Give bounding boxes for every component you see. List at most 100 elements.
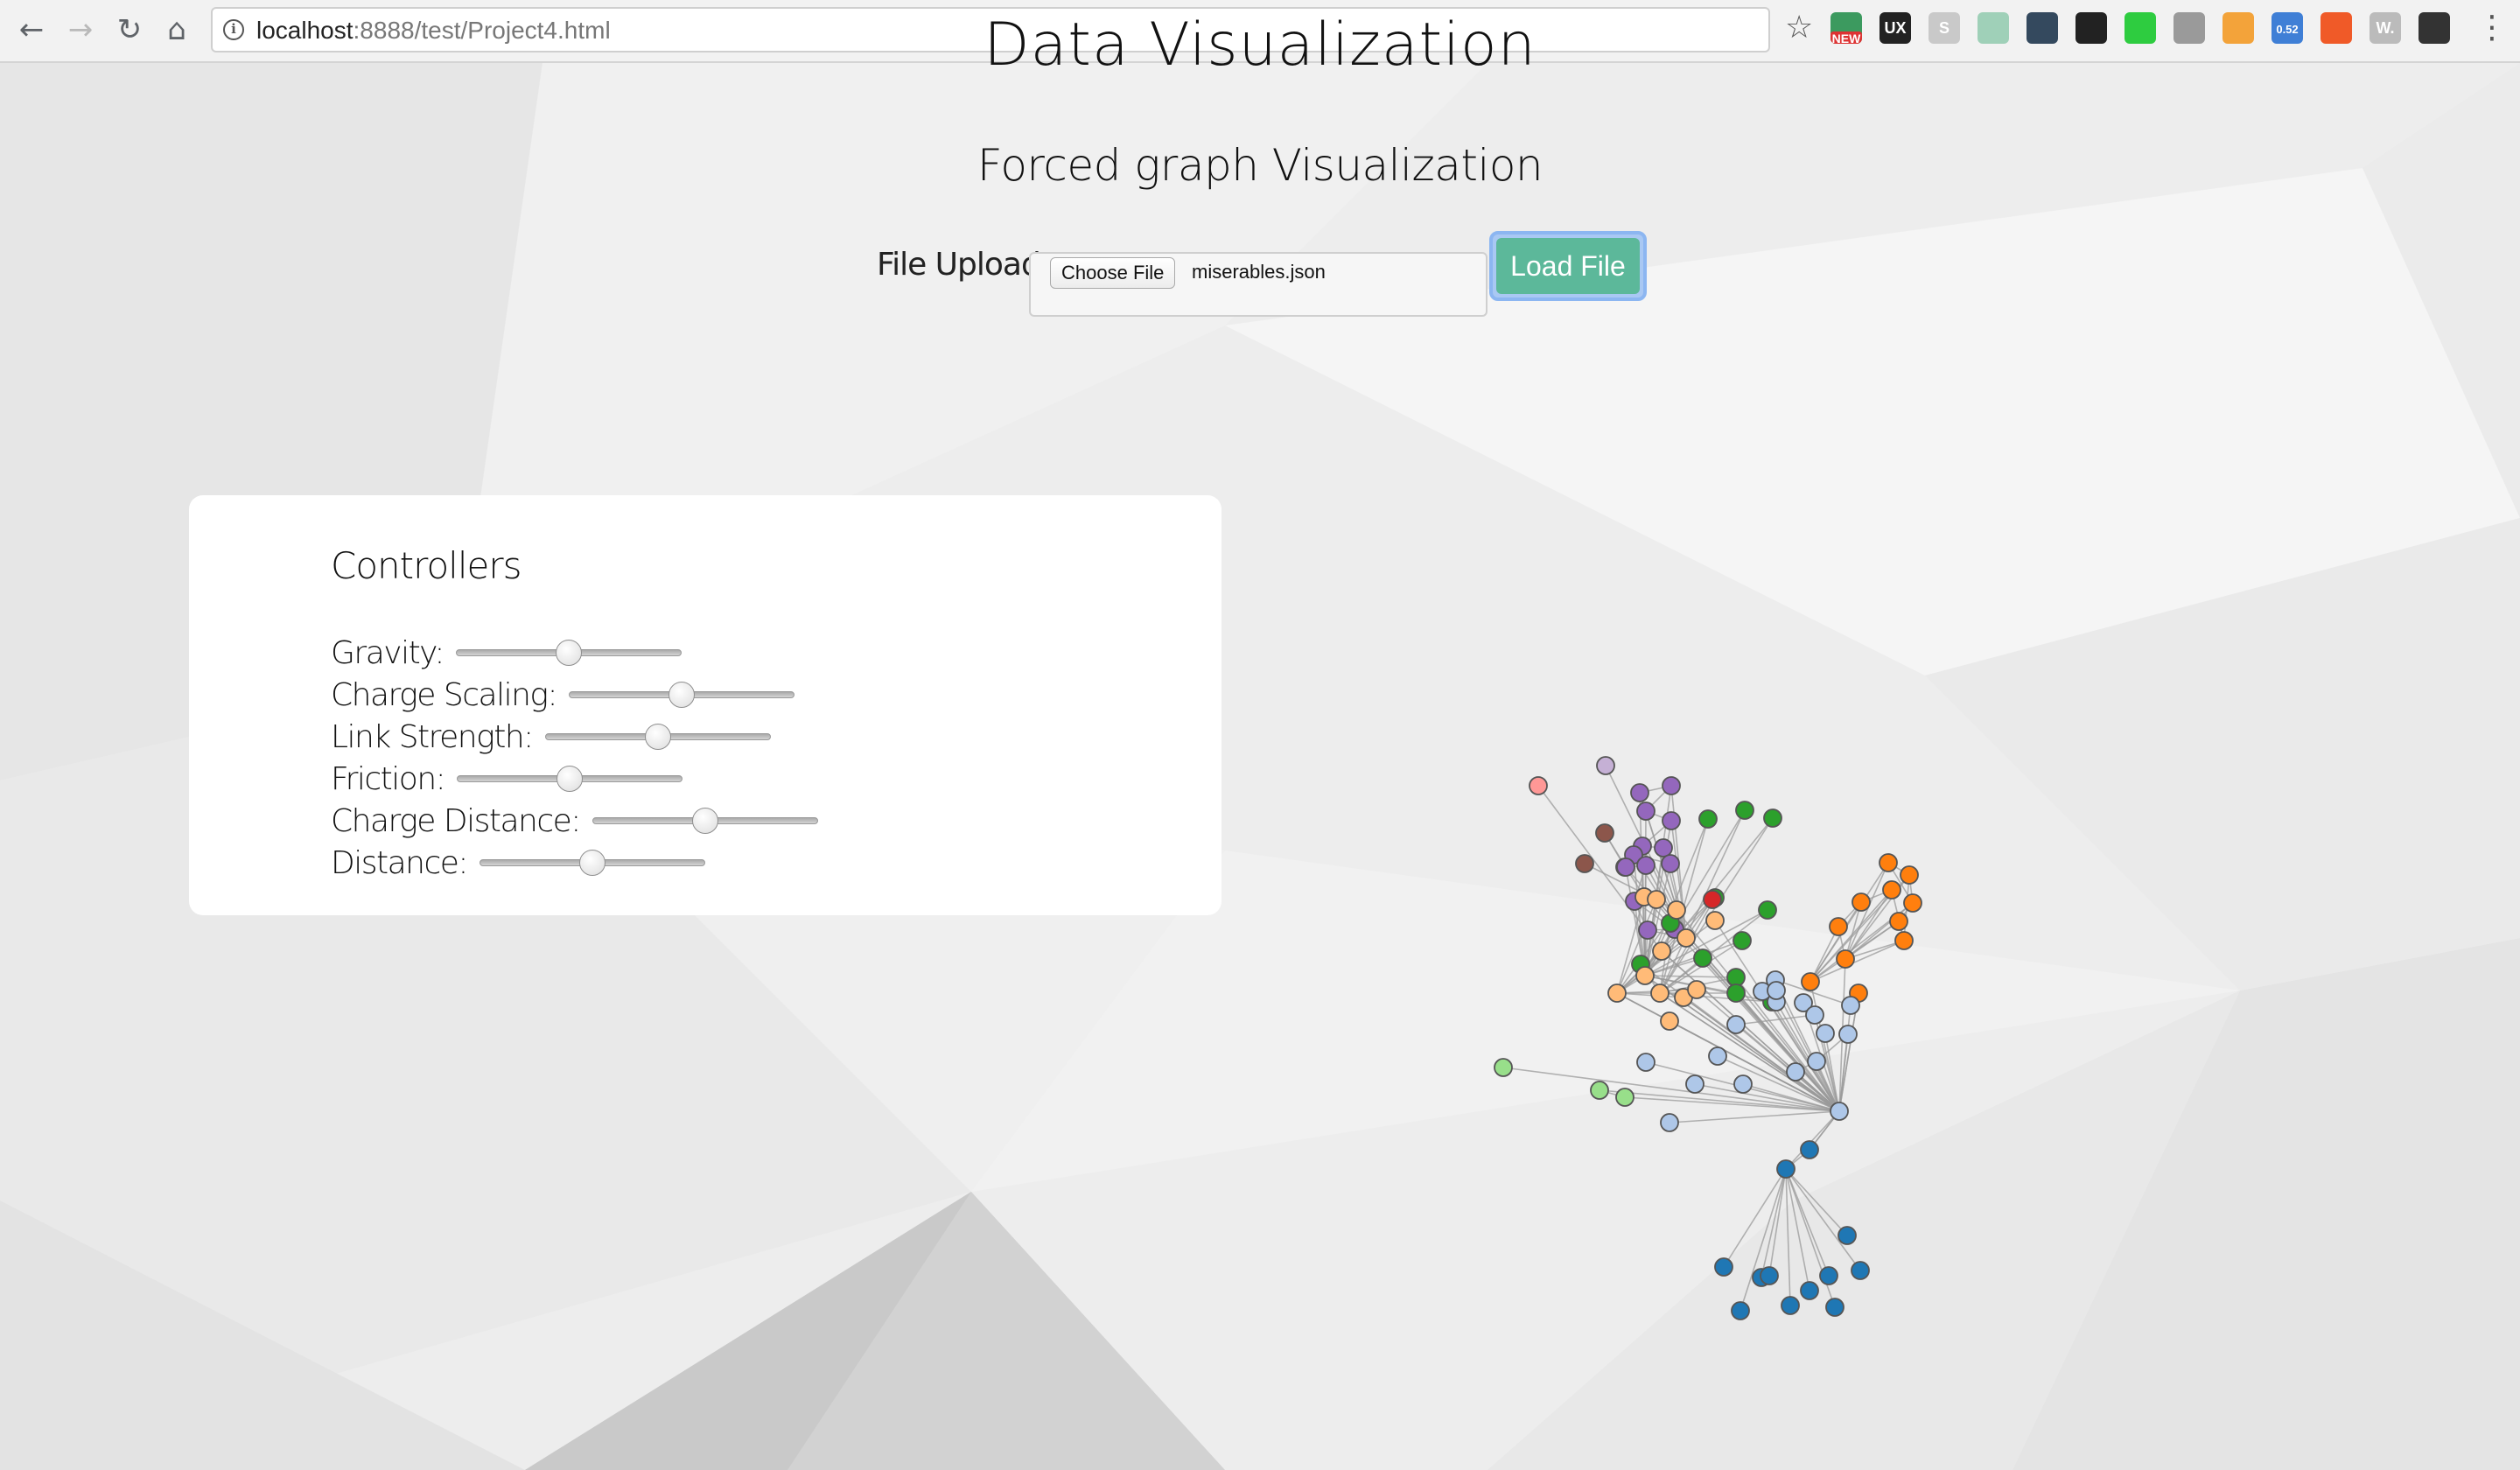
graph-link <box>1810 920 1900 983</box>
distance-slider[interactable] <box>480 850 706 876</box>
choose-file-button[interactable]: Choose File <box>1050 257 1176 289</box>
graph-node[interactable] <box>1819 1266 1838 1285</box>
load-file-button[interactable]: Load File <box>1489 231 1647 301</box>
friction-control: Friction: <box>331 758 683 800</box>
charge-distance-slider[interactable] <box>592 808 818 834</box>
graph-node[interactable] <box>1705 911 1725 930</box>
graph-node[interactable] <box>1800 1140 1819 1159</box>
graph-node[interactable] <box>1800 1281 1819 1300</box>
graph-node[interactable] <box>1667 900 1686 920</box>
graph-node[interactable] <box>1903 893 1922 913</box>
graph-node[interactable] <box>1662 811 1681 830</box>
friction-label: Friction: <box>331 760 446 797</box>
graph-node[interactable] <box>1654 838 1673 858</box>
graph-node[interactable] <box>1595 823 1614 843</box>
graph-node[interactable] <box>1763 808 1782 828</box>
graph-node[interactable] <box>1650 984 1670 1003</box>
graph-node[interactable] <box>1615 1088 1634 1107</box>
graph-link <box>1669 1110 1840 1124</box>
graph-node[interactable] <box>1758 900 1777 920</box>
graph-node[interactable] <box>1801 972 1820 991</box>
graph-node[interactable] <box>1652 942 1671 961</box>
graph-node[interactable] <box>1733 1074 1753 1094</box>
graph-node[interactable] <box>1636 1053 1656 1072</box>
graph-node[interactable] <box>1726 1015 1746 1034</box>
graph-link <box>1760 1168 1787 1278</box>
link-strength-label: Link Strength: <box>331 718 534 755</box>
gravity-label: Gravity: <box>331 634 445 671</box>
graph-node[interactable] <box>1647 890 1666 909</box>
graph-node[interactable] <box>1805 1005 1824 1025</box>
graph-node[interactable] <box>1879 853 1898 872</box>
graph-node[interactable] <box>1807 1052 1826 1071</box>
graph-node[interactable] <box>1838 1025 1858 1044</box>
graph-node[interactable] <box>1529 776 1548 795</box>
graph-node[interactable] <box>1661 854 1680 873</box>
graph-node[interactable] <box>1829 917 1848 936</box>
graph-node[interactable] <box>1852 892 1871 912</box>
graph-node[interactable] <box>1676 928 1696 948</box>
graph-node[interactable] <box>1731 1301 1750 1320</box>
graph-node[interactable] <box>1830 1102 1849 1121</box>
graph-node[interactable] <box>1732 931 1752 950</box>
graph-node[interactable] <box>1596 756 1615 775</box>
gravity-slider[interactable] <box>456 640 682 666</box>
graph-node[interactable] <box>1662 776 1681 795</box>
graph-node[interactable] <box>1816 1024 1835 1043</box>
graph-link <box>1785 1110 1840 1170</box>
graph-node[interactable] <box>1494 1058 1513 1077</box>
graph-node[interactable] <box>1575 854 1594 873</box>
graph-link <box>1740 1168 1787 1312</box>
graph-node[interactable] <box>1635 966 1655 985</box>
graph-link <box>1624 1096 1840 1112</box>
graph-node[interactable] <box>1630 783 1649 802</box>
graph-node[interactable] <box>1590 1081 1609 1100</box>
graph-node[interactable] <box>1825 1298 1844 1317</box>
graph-node[interactable] <box>1889 912 1908 931</box>
graph-node[interactable] <box>1660 1113 1679 1132</box>
graph-node[interactable] <box>1636 802 1656 821</box>
slider-thumb[interactable] <box>668 682 696 708</box>
charge-scaling-label: Charge Scaling: <box>331 676 558 713</box>
graph-node[interactable] <box>1851 1261 1870 1280</box>
file-input[interactable]: Choose File miserables.json <box>1029 252 1488 317</box>
load-file-label: Load File <box>1496 238 1640 294</box>
force-graph[interactable] <box>1488 735 2100 1382</box>
graph-link <box>1810 889 1893 983</box>
graph-link <box>1735 1014 1816 1026</box>
graph-node[interactable] <box>1882 880 1901 900</box>
graph-node[interactable] <box>1726 968 1746 987</box>
friction-slider[interactable] <box>457 766 683 792</box>
graph-node[interactable] <box>1735 801 1754 820</box>
graph-node[interactable] <box>1726 984 1746 1003</box>
slider-thumb[interactable] <box>556 766 584 792</box>
graph-node[interactable] <box>1786 1062 1805 1082</box>
graph-node[interactable] <box>1685 1074 1704 1094</box>
slider-thumb[interactable] <box>644 724 671 750</box>
slider-thumb[interactable] <box>579 850 606 876</box>
graph-node[interactable] <box>1698 809 1718 829</box>
graph-node[interactable] <box>1636 856 1656 875</box>
graph-node[interactable] <box>1660 1012 1679 1031</box>
graph-node[interactable] <box>1841 996 1860 1015</box>
graph-node[interactable] <box>1607 984 1627 1003</box>
charge-scaling-slider[interactable] <box>569 682 795 708</box>
graph-node[interactable] <box>1767 981 1786 1000</box>
graph-node[interactable] <box>1616 858 1635 877</box>
graph-node[interactable] <box>1894 931 1914 950</box>
graph-node[interactable] <box>1708 1046 1727 1066</box>
graph-node[interactable] <box>1776 1159 1796 1179</box>
graph-node[interactable] <box>1900 865 1919 885</box>
graph-node[interactable] <box>1760 1266 1779 1285</box>
graph-node[interactable] <box>1638 920 1657 940</box>
graph-node[interactable] <box>1838 1226 1857 1245</box>
slider-thumb[interactable] <box>691 808 718 834</box>
link-strength-slider[interactable] <box>544 724 771 750</box>
graph-node[interactable] <box>1836 949 1855 969</box>
graph-node[interactable] <box>1714 1257 1733 1277</box>
graph-node[interactable] <box>1781 1296 1800 1315</box>
graph-node[interactable] <box>1703 890 1722 909</box>
slider-thumb[interactable] <box>556 640 582 666</box>
graph-node[interactable] <box>1687 980 1706 999</box>
graph-node[interactable] <box>1693 948 1712 968</box>
